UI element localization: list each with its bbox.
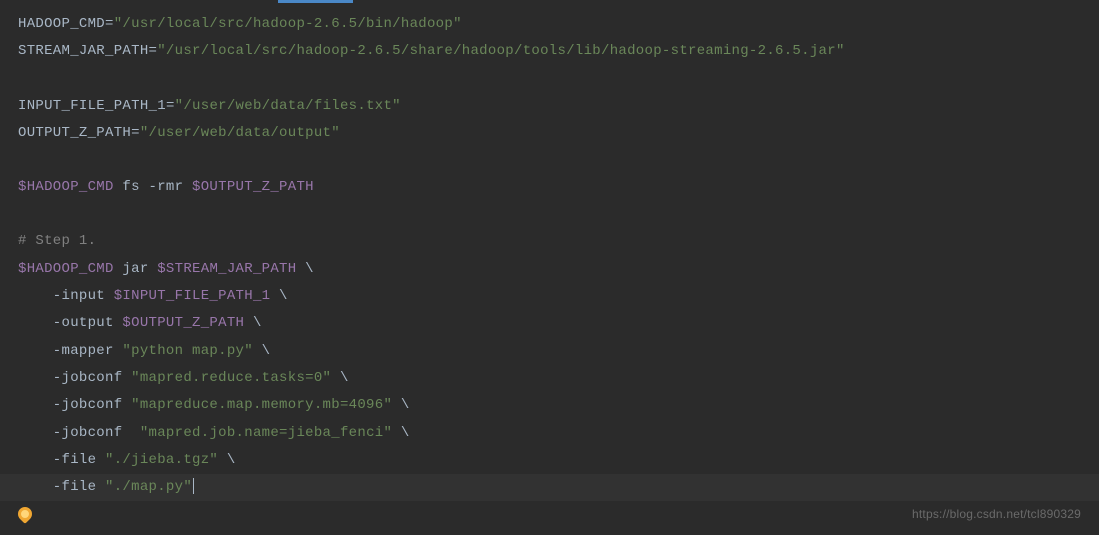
code-line[interactable]: -jobconf "mapred.reduce.tasks=0" \ bbox=[18, 365, 1081, 392]
code-line[interactable]: -jobconf "mapreduce.map.memory.mb=4096" … bbox=[18, 392, 1081, 419]
code-line[interactable]: -input $INPUT_FILE_PATH_1 \ bbox=[18, 283, 1081, 310]
string-literal: "/usr/local/src/hadoop-2.6.5/bin/hadoop" bbox=[114, 16, 462, 32]
string-literal: "/usr/local/src/hadoop-2.6.5/share/hadoo… bbox=[157, 43, 844, 59]
string-literal: "./jieba.tgz" bbox=[105, 452, 218, 468]
string-literal: "/user/web/data/output" bbox=[140, 125, 340, 141]
code-editor[interactable]: HADOOP_CMD="/usr/local/src/hadoop-2.6.5/… bbox=[0, 3, 1099, 509]
code-line-empty[interactable] bbox=[18, 66, 1081, 93]
variable-reference: $OUTPUT_Z_PATH bbox=[122, 315, 244, 331]
code-line-empty[interactable] bbox=[18, 147, 1081, 174]
string-literal: "mapred.job.name=jieba_fenci" bbox=[140, 425, 392, 441]
code-line[interactable]: $HADOOP_CMD fs -rmr $OUTPUT_Z_PATH bbox=[18, 174, 1081, 201]
variable-name: OUTPUT_Z_PATH bbox=[18, 125, 131, 141]
watermark-text: https://blog.csdn.net/tcl890329 bbox=[912, 507, 1081, 521]
tab-highlight bbox=[278, 0, 353, 3]
editor-top-border bbox=[0, 0, 1099, 3]
variable-reference: $OUTPUT_Z_PATH bbox=[192, 179, 314, 195]
variable-name: INPUT_FILE_PATH_1 bbox=[18, 98, 166, 114]
code-line[interactable]: INPUT_FILE_PATH_1="/user/web/data/files.… bbox=[18, 93, 1081, 120]
code-line[interactable]: -output $OUTPUT_Z_PATH \ bbox=[18, 310, 1081, 337]
string-literal: "./map.py" bbox=[105, 479, 192, 495]
text-cursor bbox=[193, 478, 194, 494]
code-line[interactable]: STREAM_JAR_PATH="/usr/local/src/hadoop-2… bbox=[18, 38, 1081, 65]
code-line[interactable]: -jobconf "mapred.job.name=jieba_fenci" \ bbox=[18, 420, 1081, 447]
code-line[interactable]: $HADOOP_CMD jar $STREAM_JAR_PATH \ bbox=[18, 256, 1081, 283]
variable-reference: $STREAM_JAR_PATH bbox=[157, 261, 296, 277]
string-literal: "/user/web/data/files.txt" bbox=[175, 98, 401, 114]
code-line-current[interactable]: -file "./map.py" bbox=[0, 474, 1099, 501]
string-literal: "python map.py" bbox=[122, 343, 253, 359]
variable-reference: $HADOOP_CMD bbox=[18, 179, 114, 195]
string-literal: "mapred.reduce.tasks=0" bbox=[131, 370, 331, 386]
code-line[interactable]: -mapper "python map.py" \ bbox=[18, 338, 1081, 365]
variable-reference: $INPUT_FILE_PATH_1 bbox=[114, 288, 271, 304]
string-literal: "mapreduce.map.memory.mb=4096" bbox=[131, 397, 392, 413]
code-line[interactable]: OUTPUT_Z_PATH="/user/web/data/output" bbox=[18, 120, 1081, 147]
code-line-empty[interactable] bbox=[18, 201, 1081, 228]
variable-name: HADOOP_CMD bbox=[18, 16, 105, 32]
code-line[interactable]: -file "./jieba.tgz" \ bbox=[18, 447, 1081, 474]
comment: # Step 1. bbox=[18, 233, 96, 249]
variable-reference: $HADOOP_CMD bbox=[18, 261, 114, 277]
code-line[interactable]: HADOOP_CMD="/usr/local/src/hadoop-2.6.5/… bbox=[18, 11, 1081, 38]
code-line[interactable]: # Step 1. bbox=[18, 228, 1081, 255]
variable-name: STREAM_JAR_PATH bbox=[18, 43, 149, 59]
